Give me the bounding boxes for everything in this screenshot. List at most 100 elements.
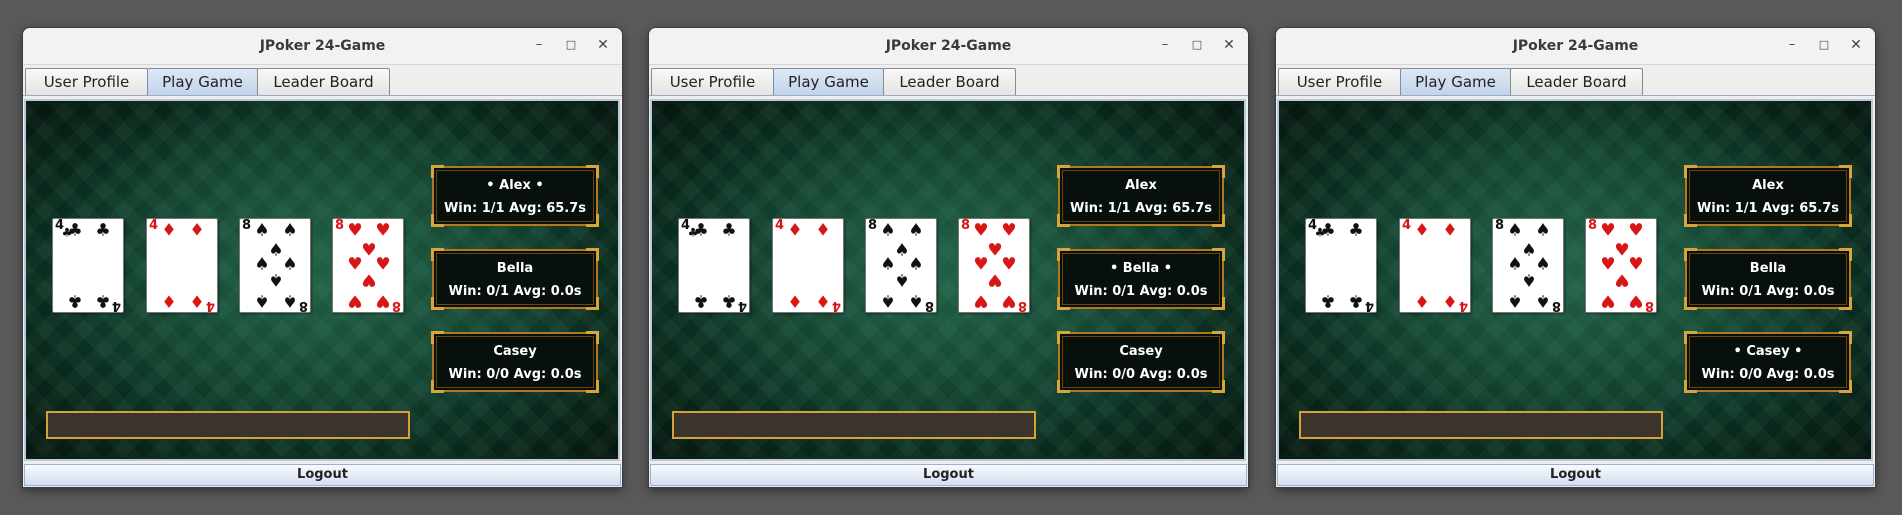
heart-icon: ♥ bbox=[1001, 290, 1017, 311]
player-name: • Casey • bbox=[1733, 344, 1803, 359]
card-rank: 4 bbox=[111, 298, 121, 313]
diamond-icon: ♦ bbox=[1414, 290, 1430, 311]
heart-icon: ♥ bbox=[973, 220, 989, 241]
spade-icon: ♠ bbox=[282, 254, 298, 275]
card-rank: 4 bbox=[737, 298, 747, 313]
heart-icon: ♥ bbox=[1628, 290, 1644, 311]
heart-icon: ♥ bbox=[375, 220, 391, 241]
tab-user-profile[interactable]: User Profile bbox=[651, 68, 774, 95]
card-rank: 8 bbox=[391, 298, 401, 313]
playing-card[interactable]: 4 4 ♦ ♦ ♦ ♦ bbox=[772, 218, 844, 313]
club-icon: ♣ bbox=[95, 290, 111, 311]
player-stats: Win: 1/1 Avg: 65.7s bbox=[1696, 201, 1840, 216]
spade-icon: ♠ bbox=[1521, 240, 1537, 261]
card-rank: 8 bbox=[1588, 218, 1598, 233]
spade-icon: ♠ bbox=[1521, 269, 1537, 290]
logout-button[interactable]: Logout bbox=[1277, 464, 1874, 486]
game-table: 4 4 ♣ ♣ ♣ ♣ ♣ 4 4 ♦ ♦ ♦ ♦ 8 8 ♠ ♠ ♠ ♠ ♠ … bbox=[650, 99, 1246, 461]
card-rank: 8 bbox=[961, 218, 971, 233]
tab-bar: User Profile Play Game Leader Board bbox=[649, 65, 1248, 96]
heart-icon: ♥ bbox=[987, 269, 1003, 290]
playing-card[interactable]: 8 8 ♠ ♠ ♠ ♠ ♠ ♠ ♠ ♠ bbox=[239, 218, 311, 313]
tab-play-game[interactable]: Play Game bbox=[147, 68, 258, 95]
spade-icon: ♠ bbox=[880, 290, 896, 311]
card-rank: 8 bbox=[242, 218, 252, 233]
minimize-icon[interactable]: – bbox=[1156, 36, 1174, 54]
title-bar[interactable]: JPoker 24-Game – □ ✕ bbox=[1276, 28, 1875, 65]
answer-input[interactable] bbox=[1299, 411, 1663, 439]
diamond-icon: ♦ bbox=[189, 220, 205, 241]
card-rank: 8 bbox=[335, 218, 345, 233]
heart-icon: ♥ bbox=[1001, 254, 1017, 275]
diamond-icon: ♦ bbox=[815, 290, 831, 311]
tab-leader-board[interactable]: Leader Board bbox=[257, 68, 390, 95]
close-icon[interactable]: ✕ bbox=[1847, 36, 1865, 54]
player-name: • Bella • bbox=[1109, 261, 1173, 276]
game-table: 4 4 ♣ ♣ ♣ ♣ ♣ 4 4 ♦ ♦ ♦ ♦ 8 8 ♠ ♠ ♠ ♠ ♠ … bbox=[1277, 99, 1873, 461]
playing-card[interactable]: 8 8 ♠ ♠ ♠ ♠ ♠ ♠ ♠ ♠ bbox=[1492, 218, 1564, 313]
playing-card[interactable]: 8 8 ♠ ♠ ♠ ♠ ♠ ♠ ♠ ♠ bbox=[865, 218, 937, 313]
playing-card[interactable]: 4 4 ♣ ♣ ♣ ♣ ♣ bbox=[1305, 218, 1377, 313]
card-rank: 8 bbox=[1495, 218, 1505, 233]
answer-input[interactable] bbox=[46, 411, 410, 439]
player-name: Casey bbox=[1119, 344, 1163, 359]
player-name: Casey bbox=[493, 344, 537, 359]
club-icon: ♣ bbox=[721, 220, 737, 241]
tab-user-profile[interactable]: User Profile bbox=[1278, 68, 1401, 95]
playing-card[interactable]: 8 8 ♥ ♥ ♥ ♥ ♥ ♥ ♥ ♥ bbox=[1585, 218, 1657, 313]
card-rank: 8 bbox=[868, 218, 878, 233]
spade-icon: ♠ bbox=[1535, 290, 1551, 311]
player-stats: Win: 0/1 Avg: 0.0s bbox=[448, 284, 582, 299]
spade-icon: ♠ bbox=[254, 254, 270, 275]
spade-icon: ♠ bbox=[880, 254, 896, 275]
game-window-1: JPoker 24-Game – □ ✕ User Profile Play G… bbox=[23, 28, 622, 487]
playing-card[interactable]: 4 4 ♦ ♦ ♦ ♦ bbox=[1399, 218, 1471, 313]
tab-bar: User Profile Play Game Leader Board bbox=[1276, 65, 1875, 96]
playing-card[interactable]: 4 4 ♦ ♦ ♦ ♦ bbox=[146, 218, 218, 313]
maximize-icon[interactable]: □ bbox=[562, 36, 580, 54]
tab-leader-board[interactable]: Leader Board bbox=[1510, 68, 1643, 95]
player-panel: Alex Win: 1/1 Avg: 65.7s bbox=[1057, 165, 1225, 227]
heart-icon: ♥ bbox=[361, 240, 377, 261]
playing-card[interactable]: 4 4 ♣ ♣ ♣ ♣ ♣ bbox=[678, 218, 750, 313]
player-stats: Win: 0/0 Avg: 0.0s bbox=[448, 367, 582, 382]
close-icon[interactable]: ✕ bbox=[1220, 36, 1238, 54]
spade-icon: ♠ bbox=[254, 290, 270, 311]
spade-icon: ♠ bbox=[1535, 220, 1551, 241]
player-panel: Casey Win: 0/0 Avg: 0.0s bbox=[431, 331, 599, 393]
tab-play-game[interactable]: Play Game bbox=[1400, 68, 1511, 95]
spade-icon: ♠ bbox=[908, 290, 924, 311]
answer-input[interactable] bbox=[672, 411, 1036, 439]
close-icon[interactable]: ✕ bbox=[594, 36, 612, 54]
heart-icon: ♥ bbox=[1600, 254, 1616, 275]
playing-card[interactable]: 8 8 ♥ ♥ ♥ ♥ ♥ ♥ ♥ ♥ bbox=[332, 218, 404, 313]
minimize-icon[interactable]: – bbox=[530, 36, 548, 54]
tab-play-game[interactable]: Play Game bbox=[773, 68, 884, 95]
club-icon: ♣ bbox=[721, 290, 737, 311]
card-rank: 4 bbox=[205, 298, 215, 313]
minimize-icon[interactable]: – bbox=[1783, 36, 1801, 54]
heart-icon: ♥ bbox=[1628, 220, 1644, 241]
heart-icon: ♥ bbox=[1614, 240, 1630, 261]
logout-button[interactable]: Logout bbox=[24, 464, 621, 486]
spade-icon: ♠ bbox=[908, 254, 924, 275]
card-rank: 8 bbox=[298, 298, 308, 313]
maximize-icon[interactable]: □ bbox=[1188, 36, 1206, 54]
player-name: Bella bbox=[496, 261, 534, 276]
club-icon: ♣ bbox=[67, 290, 83, 311]
card-rank: 8 bbox=[1017, 298, 1027, 313]
card-rank: 8 bbox=[924, 298, 934, 313]
tab-leader-board[interactable]: Leader Board bbox=[883, 68, 1016, 95]
maximize-icon[interactable]: □ bbox=[1815, 36, 1833, 54]
title-bar[interactable]: JPoker 24-Game – □ ✕ bbox=[23, 28, 622, 65]
player-panel: Bella Win: 0/1 Avg: 0.0s bbox=[431, 248, 599, 310]
title-bar[interactable]: JPoker 24-Game – □ ✕ bbox=[649, 28, 1248, 65]
game-table: 4 4 ♣ ♣ ♣ ♣ ♣ 4 4 ♦ ♦ ♦ ♦ 8 8 ♠ ♠ ♠ ♠ ♠ … bbox=[24, 99, 620, 461]
tab-user-profile[interactable]: User Profile bbox=[25, 68, 148, 95]
player-stats: Win: 1/1 Avg: 65.7s bbox=[1069, 201, 1213, 216]
playing-card[interactable]: 4 4 ♣ ♣ ♣ ♣ ♣ bbox=[52, 218, 124, 313]
player-panel: Alex Win: 1/1 Avg: 65.7s bbox=[1684, 165, 1852, 227]
logout-button[interactable]: Logout bbox=[650, 464, 1247, 486]
playing-card[interactable]: 8 8 ♥ ♥ ♥ ♥ ♥ ♥ ♥ ♥ bbox=[958, 218, 1030, 313]
diamond-icon: ♦ bbox=[161, 290, 177, 311]
